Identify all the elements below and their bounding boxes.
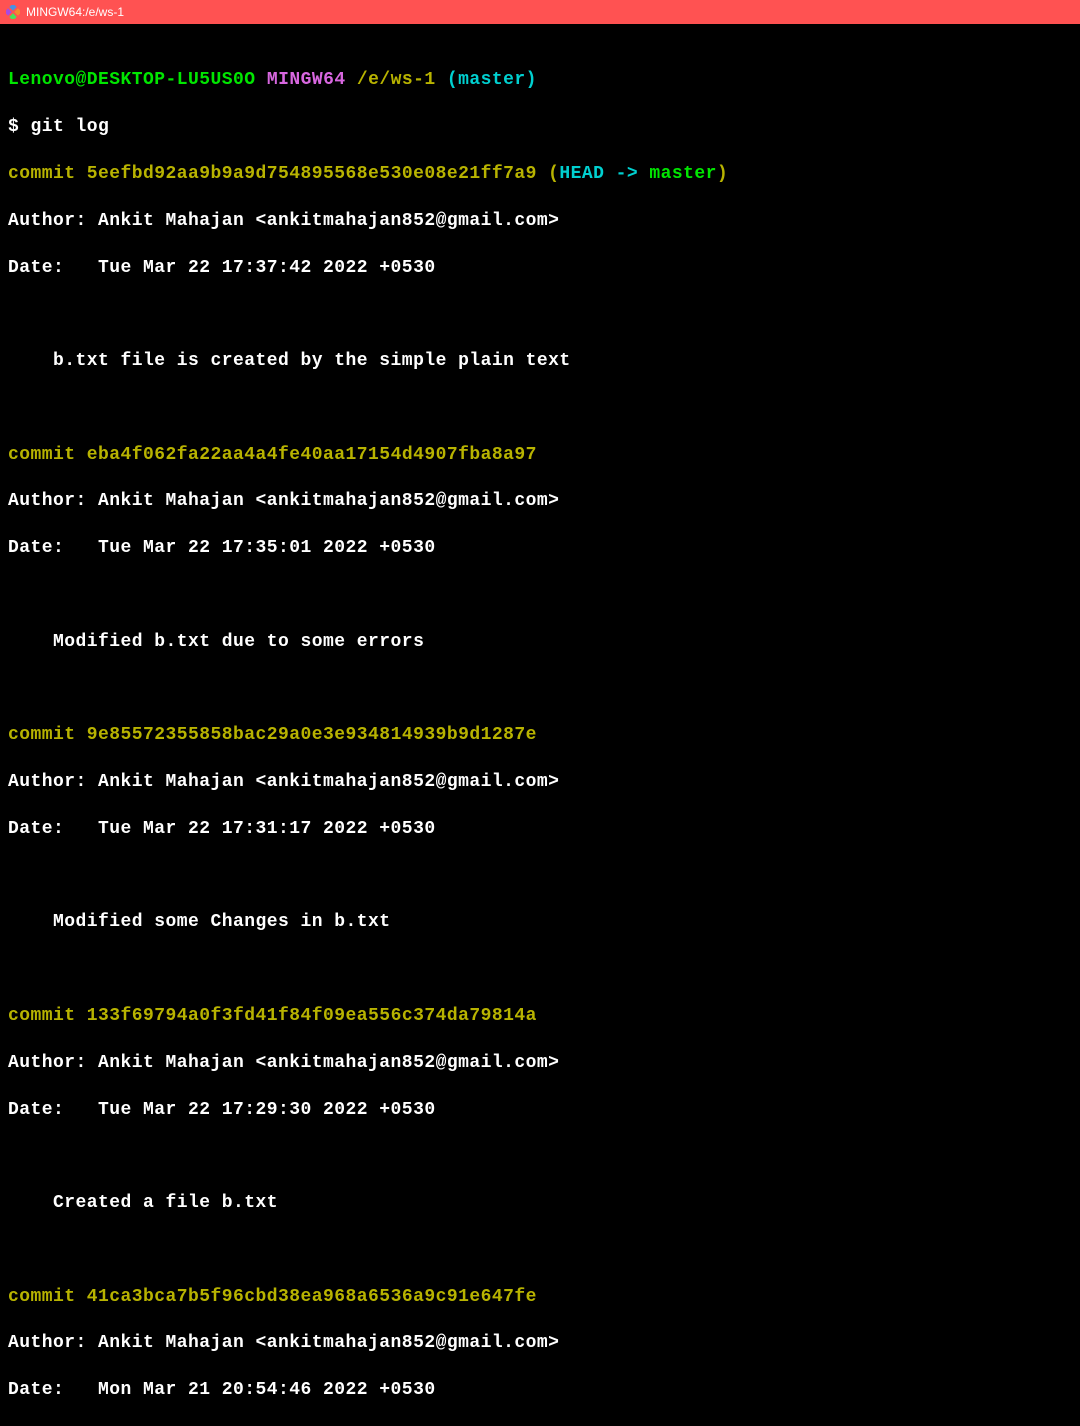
commit-message: Modified some Changes in b.txt (8, 911, 1080, 934)
commit-message: Modified b.txt due to some errors (8, 631, 1080, 654)
commit-line: commit eba4f062fa22aa4a4fe40aa17154d4907… (8, 444, 1080, 467)
commit-line: commit 5eefbd92aa9b9a9d754895568e530e08e… (8, 163, 1080, 186)
commit-line: commit 9e85572355858bac29a0e3e934814939b… (8, 724, 1080, 747)
commit-line: commit 133f69794a0f3fd41f84f09ea556c374d… (8, 1005, 1080, 1028)
blank-line (8, 1145, 1080, 1168)
commit-author: Author: Ankit Mahajan <ankitmahajan852@g… (8, 1052, 1080, 1075)
commit-author: Author: Ankit Mahajan <ankitmahajan852@g… (8, 490, 1080, 513)
command-line: $ git log (8, 116, 1080, 139)
prompt-user-host: Lenovo@DESKTOP-LU5US0O (8, 70, 256, 90)
commit-word: commit (8, 725, 87, 745)
commit-author: Author: Ankit Mahajan <ankitmahajan852@g… (8, 210, 1080, 233)
app-icon (6, 5, 20, 19)
blank-line (8, 397, 1080, 420)
ref-close: ) (717, 164, 728, 184)
blank-line (8, 678, 1080, 701)
commit-author: Author: Ankit Mahajan <ankitmahajan852@g… (8, 771, 1080, 794)
window-title: MINGW64:/e/ws-1 (26, 5, 124, 19)
terminal-output[interactable]: Lenovo@DESKTOP-LU5US0O MINGW64 /e/ws-1 (… (0, 24, 1080, 1426)
prompt-path: /e/ws-1 (357, 70, 436, 90)
commit-line: commit 41ca3bca7b5f96cbd38ea968a6536a9c9… (8, 1286, 1080, 1309)
commit-word: commit (8, 1287, 87, 1307)
blank-line (8, 1239, 1080, 1262)
prompt-shell: MINGW64 (267, 70, 346, 90)
commit-hash: eba4f062fa22aa4a4fe40aa17154d4907fba8a97 (87, 445, 537, 465)
commit-word: commit (8, 445, 87, 465)
commit-date: Date: Tue Mar 22 17:29:30 2022 +0530 (8, 1099, 1080, 1122)
commit-message: b.txt file is created by the simple plai… (8, 350, 1080, 373)
commit-date: Date: Mon Mar 21 20:54:46 2022 +0530 (8, 1379, 1080, 1402)
blank-line (8, 958, 1080, 981)
commit-date: Date: Tue Mar 22 17:35:01 2022 +0530 (8, 537, 1080, 560)
commit-hash: 9e85572355858bac29a0e3e934814939b9d1287e (87, 725, 537, 745)
commit-word: commit (8, 1006, 87, 1026)
commit-author: Author: Ankit Mahajan <ankitmahajan852@g… (8, 1332, 1080, 1355)
commit-date: Date: Tue Mar 22 17:31:17 2022 +0530 (8, 818, 1080, 841)
prompt-line: Lenovo@DESKTOP-LU5US0O MINGW64 /e/ws-1 (… (8, 69, 1080, 92)
commit-date: Date: Tue Mar 22 17:37:42 2022 +0530 (8, 257, 1080, 280)
commit-word: commit (8, 164, 87, 184)
commit-hash: 133f69794a0f3fd41f84f09ea556c374da79814a (87, 1006, 537, 1026)
ref-branch: master (649, 164, 717, 184)
entered-command: git log (31, 117, 110, 137)
prompt-branch: (master) (447, 70, 537, 90)
blank-line (8, 865, 1080, 888)
window-titlebar: MINGW64:/e/ws-1 (0, 0, 1080, 24)
commit-hash: 5eefbd92aa9b9a9d754895568e530e08e21ff7a9 (87, 164, 537, 184)
commit-message: Created a file b.txt (8, 1192, 1080, 1215)
ref-head: HEAD -> (559, 164, 649, 184)
commit-hash: 41ca3bca7b5f96cbd38ea968a6536a9c91e647fe (87, 1287, 537, 1307)
blank-line (8, 303, 1080, 326)
blank-line (8, 584, 1080, 607)
prompt-sigil: $ (8, 117, 19, 137)
ref-open: ( (548, 164, 559, 184)
